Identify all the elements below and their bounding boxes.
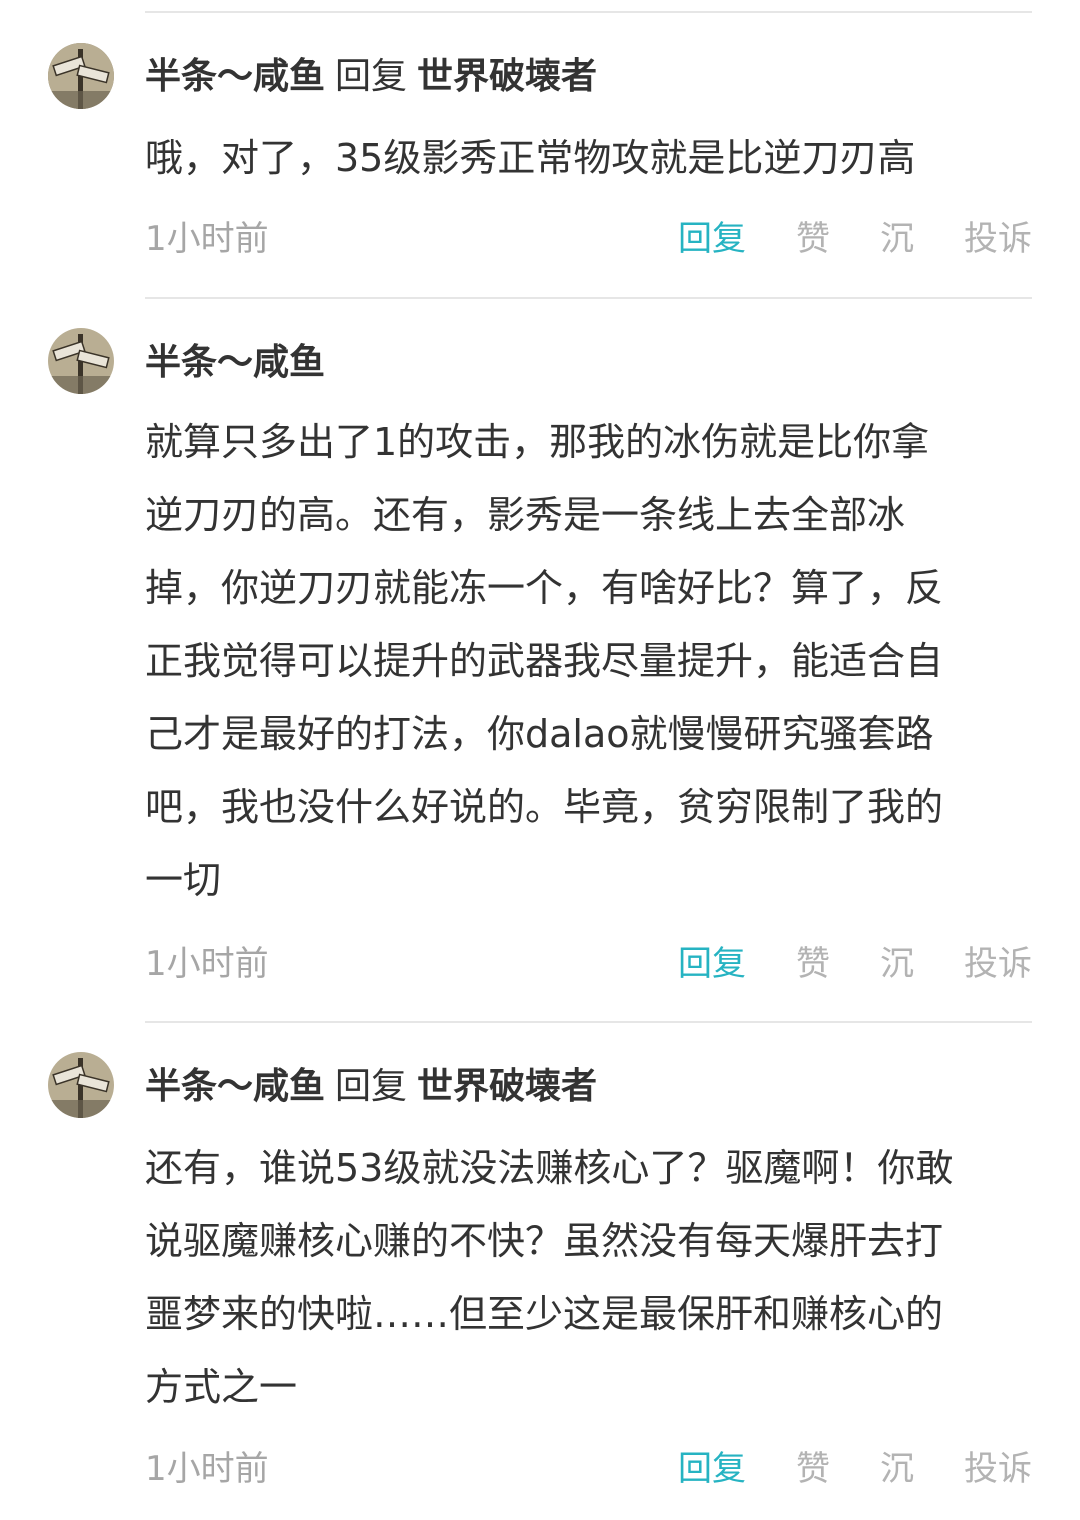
comment-footer: 1小时前 回复 赞 沉 投诉: [145, 1444, 1032, 1494]
report-button[interactable]: 投诉: [964, 214, 1032, 264]
reply-word: 回复: [335, 56, 408, 97]
avatar-image-icon: [48, 43, 114, 109]
avatar[interactable]: [48, 1052, 114, 1118]
timestamp: 1小时前: [145, 944, 269, 984]
reply-button[interactable]: 回复: [678, 939, 746, 989]
comment-text: 哦，对了，35级影秀正常物攻就是比逆刀刃高: [145, 136, 916, 180]
reply-button[interactable]: 回复: [678, 214, 746, 264]
avatar[interactable]: [48, 328, 114, 394]
timestamp: 1小时前: [145, 1449, 269, 1489]
author-name[interactable]: 半条～咸鱼: [145, 1066, 325, 1107]
report-button[interactable]: 投诉: [964, 1444, 1032, 1494]
comment-header: 半条～咸鱼: [145, 338, 325, 388]
action-bar: 回复 赞 沉 投诉: [678, 939, 1032, 989]
like-button[interactable]: 赞: [796, 1444, 830, 1494]
comment-footer: 1小时前 回复 赞 沉 投诉: [145, 214, 1032, 264]
author-name[interactable]: 半条～咸鱼: [145, 342, 325, 383]
comment-header: 半条～咸鱼 回复 世界破壊者: [145, 52, 597, 102]
comment-text: 还有，谁说53级就没法赚核心了？驱魔啊！你敢 说驱魔赚核心赚的不快？虽然没有每天…: [145, 1146, 954, 1409]
reply-word: 回复: [335, 1066, 408, 1107]
like-button[interactable]: 赞: [796, 939, 830, 989]
divider: [145, 1021, 1032, 1023]
action-bar: 回复 赞 沉 投诉: [678, 1444, 1032, 1494]
avatar[interactable]: [48, 43, 114, 109]
action-bar: 回复 赞 沉 投诉: [678, 214, 1032, 264]
reply-button[interactable]: 回复: [678, 1444, 746, 1494]
comment-text: 就算只多出了1的攻击，那我的冰伤就是比你拿 逆刀刃的高。还有，影秀是一条线上去全…: [145, 420, 944, 902]
sink-button[interactable]: 沉: [880, 939, 914, 989]
divider: [145, 297, 1032, 299]
author-name[interactable]: 半条～咸鱼: [145, 56, 325, 97]
comment-header: 半条～咸鱼 回复 世界破壊者: [145, 1062, 597, 1112]
avatar-image-icon: [48, 328, 114, 394]
sink-button[interactable]: 沉: [880, 1444, 914, 1494]
comment-footer: 1小时前 回复 赞 沉 投诉: [145, 939, 1032, 989]
like-button[interactable]: 赞: [796, 214, 830, 264]
divider: [145, 11, 1032, 13]
timestamp: 1小时前: [145, 219, 269, 259]
report-button[interactable]: 投诉: [964, 939, 1032, 989]
avatar-image-icon: [48, 1052, 114, 1118]
reply-target-name[interactable]: 世界破壊者: [417, 1066, 597, 1107]
reply-target-name[interactable]: 世界破壊者: [417, 56, 597, 97]
sink-button[interactable]: 沉: [880, 214, 914, 264]
